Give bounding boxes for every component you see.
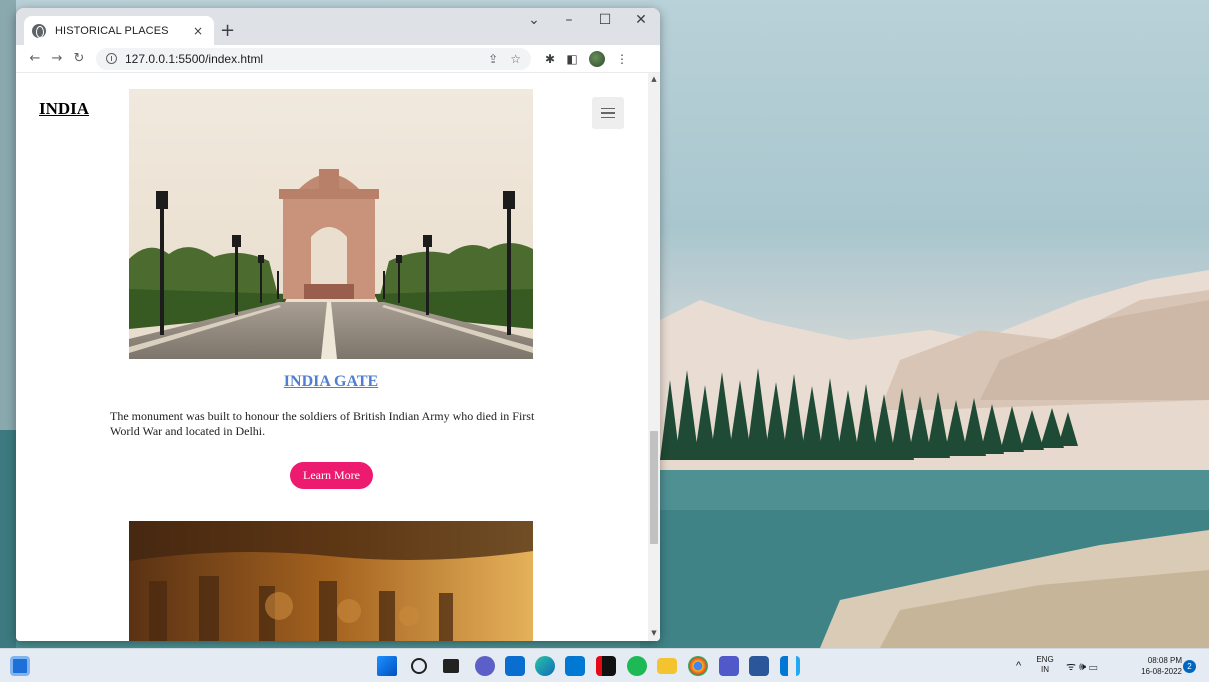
hamburger-line: [601, 112, 615, 114]
tab-search-icon[interactable]: ⌄: [516, 12, 552, 28]
page-scrollbar[interactable]: ▲ ▼: [648, 73, 660, 641]
maximize-button[interactable]: ☐: [587, 12, 623, 28]
teams-icon[interactable]: [719, 656, 739, 676]
learn-more-button[interactable]: Learn More: [290, 462, 373, 489]
browser-toolbar: ← → ↻ 127.0.0.1:5500/index.html ⇪ ☆ ✱ ◧ …: [16, 45, 660, 73]
card-title-link[interactable]: INDIA GATE: [129, 373, 533, 391]
file-explorer-icon[interactable]: [657, 658, 677, 674]
hamburger-line: [601, 116, 615, 119]
browser-menu-icon[interactable]: ⋮: [611, 52, 633, 66]
extensions-icon[interactable]: ✱: [539, 52, 561, 66]
clock-time: 08:08 PM: [1147, 656, 1182, 665]
bookmark-star-icon[interactable]: ☆: [510, 52, 521, 66]
search-icon[interactable]: [411, 658, 427, 674]
store-icon[interactable]: [565, 656, 585, 676]
close-tab-icon[interactable]: ×: [190, 24, 206, 38]
tab-historical-places[interactable]: HISTORICAL PLACES ×: [24, 16, 214, 45]
spotify-icon[interactable]: [627, 656, 647, 676]
card-description: The monument was built to honour the sol…: [110, 409, 535, 438]
forward-button[interactable]: →: [46, 51, 68, 66]
site-brand-link[interactable]: INDIA: [39, 99, 89, 119]
globe-icon: [32, 23, 46, 38]
cave-temple-image: [129, 521, 533, 641]
clock[interactable]: 08:08 PM 16-08-2022: [1126, 655, 1182, 677]
profile-avatar[interactable]: [589, 50, 605, 67]
address-bar[interactable]: 127.0.0.1:5500/index.html ⇪ ☆: [96, 47, 531, 70]
back-button[interactable]: ←: [24, 51, 46, 66]
language-indicator[interactable]: ENG IN: [1034, 655, 1056, 675]
notification-badge[interactable]: 2: [1183, 660, 1196, 673]
widgets-icon[interactable]: [10, 656, 30, 676]
start-icon[interactable]: [377, 656, 397, 676]
wifi-volume-battery-icons[interactable]: ᯤ 🕪 ▭: [1066, 649, 1097, 682]
language-code: ENG: [1036, 655, 1054, 664]
task-view-icon[interactable]: [443, 659, 459, 673]
vscode-icon[interactable]: [780, 656, 800, 676]
clock-date: 16-08-2022: [1141, 667, 1182, 676]
india-gate-image: [129, 89, 533, 359]
region-code: IN: [1041, 665, 1049, 674]
close-window-button[interactable]: ✕: [623, 12, 659, 28]
scrollbar-thumb[interactable]: [650, 431, 658, 544]
edge-browser-icon[interactable]: [535, 656, 555, 676]
share-icon[interactable]: ⇪: [488, 52, 498, 66]
mail-icon[interactable]: [505, 656, 525, 676]
web-page: INDIA INDIA GATE The monument was built …: [16, 73, 660, 641]
netflix-icon[interactable]: [596, 656, 616, 676]
url-text[interactable]: 127.0.0.1:5500/index.html: [125, 52, 476, 66]
tab-bar: HISTORICAL PLACES × + ⌄ – ☐ ✕: [16, 8, 660, 45]
chat-icon[interactable]: [475, 656, 495, 676]
minimize-button[interactable]: –: [551, 12, 587, 28]
word-icon[interactable]: [749, 656, 769, 676]
new-tab-button[interactable]: +: [220, 20, 235, 41]
browser-window: HISTORICAL PLACES × + ⌄ – ☐ ✕ ← → ↻ 127.…: [16, 8, 660, 641]
tray-chevron-icon[interactable]: ^: [1016, 649, 1021, 682]
chrome-icon[interactable]: [688, 656, 708, 676]
side-panel-icon[interactable]: ◧: [561, 52, 583, 66]
scroll-up-icon[interactable]: ▲: [648, 75, 660, 83]
scroll-down-icon[interactable]: ▼: [648, 629, 660, 637]
tab-title: HISTORICAL PLACES: [55, 24, 169, 37]
hamburger-line: [601, 107, 615, 110]
windows-taskbar: ^ ENG IN ᯤ 🕪 ▭ 08:08 PM 16-08-2022 2: [0, 648, 1209, 682]
reload-button[interactable]: ↻: [68, 51, 90, 66]
info-icon[interactable]: [106, 53, 117, 64]
hamburger-menu-button[interactable]: [592, 97, 624, 129]
